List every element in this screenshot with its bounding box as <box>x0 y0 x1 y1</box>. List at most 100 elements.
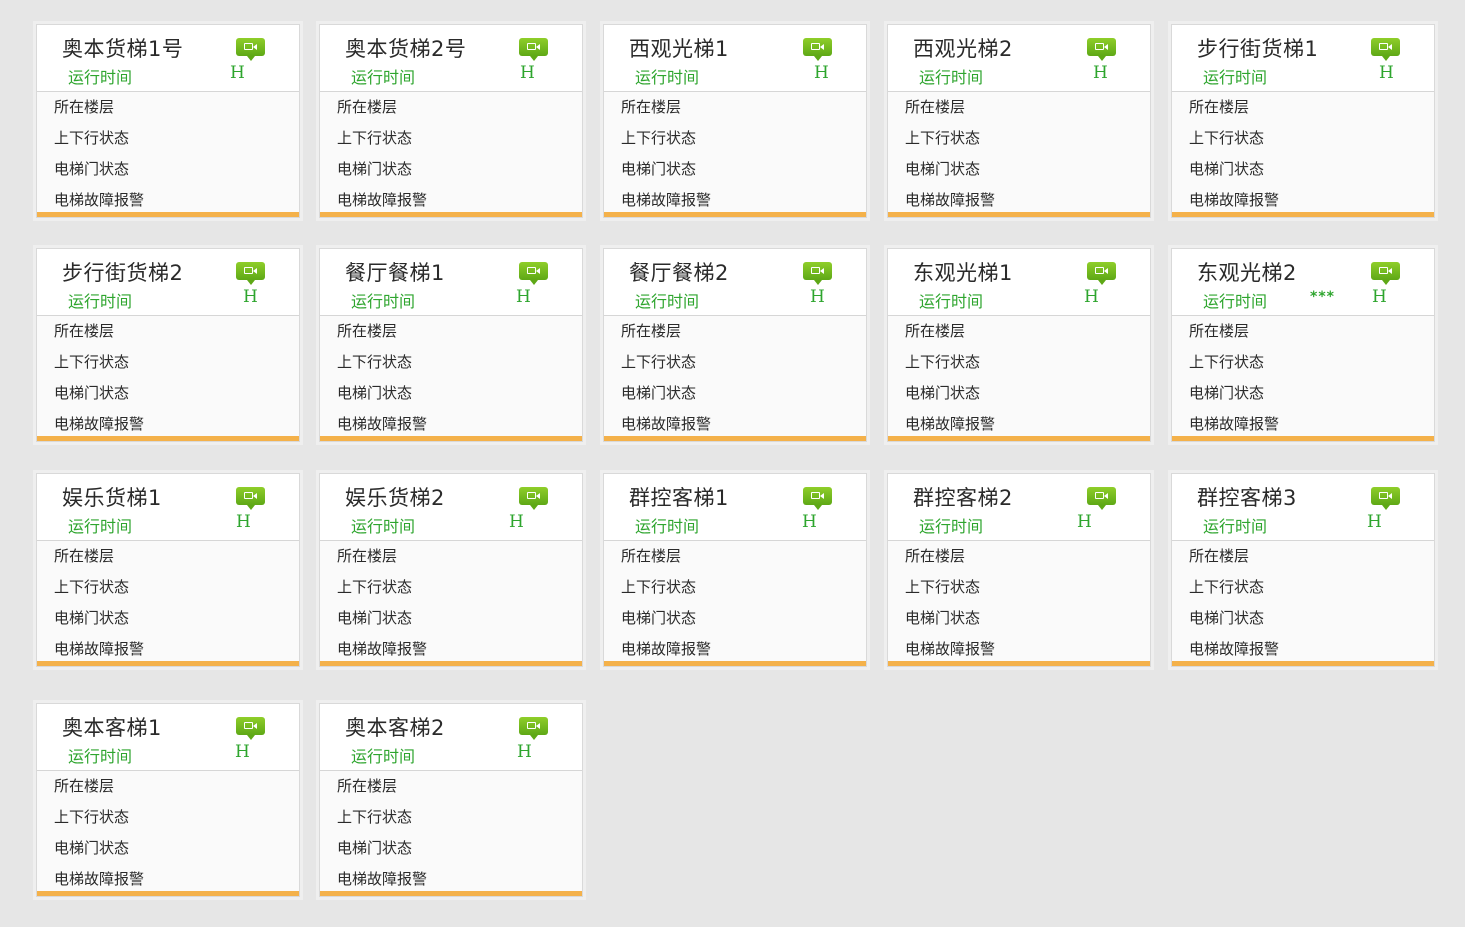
direction-row: 上下行状态 <box>1172 128 1434 159</box>
card-header: 餐厅餐梯1 运行时间 H <box>320 249 582 316</box>
running-time-value: H <box>509 512 524 532</box>
video-camera-icon[interactable] <box>1371 262 1400 285</box>
card-status-stars: *** <box>1310 289 1335 305</box>
card-body: 所在楼层 上下行状态 电梯门状态 电梯故障报警 <box>604 92 866 221</box>
video-camera-icon[interactable] <box>519 717 548 740</box>
floor-label: 所在楼层 <box>1189 547 1250 565</box>
video-camera-icon[interactable] <box>1087 38 1116 61</box>
direction-label: 上下行状态 <box>337 353 413 371</box>
card-status-bar <box>888 212 1150 217</box>
direction-label: 上下行状态 <box>905 129 981 147</box>
video-camera-icon[interactable] <box>236 262 265 285</box>
floor-label: 所在楼层 <box>54 98 115 116</box>
card-body: 所在楼层 上下行状态 电梯门状态 电梯故障报警 <box>604 316 866 445</box>
video-camera-icon[interactable] <box>519 38 548 61</box>
fault-label: 电梯故障报警 <box>337 870 428 888</box>
card-body: 所在楼层 上下行状态 电梯门状态 电梯故障报警 <box>37 541 299 670</box>
running-time-label: 运行时间 <box>919 292 984 311</box>
floor-row: 所在楼层 <box>888 546 1150 577</box>
door-row: 电梯门状态 <box>320 838 582 869</box>
video-camera-icon[interactable] <box>803 487 832 510</box>
running-time-label: 运行时间 <box>351 292 416 311</box>
video-camera-icon[interactable] <box>803 38 832 61</box>
running-time-label: 运行时间 <box>351 747 416 766</box>
card-status-bar <box>1172 436 1434 441</box>
card-status-bar <box>37 661 299 666</box>
card-status-bar <box>37 436 299 441</box>
elevator-name: 奥本客梯2 <box>345 716 445 740</box>
door-row: 电梯门状态 <box>604 608 866 639</box>
running-time-label: 运行时间 <box>351 68 416 87</box>
card-status-bar <box>1172 661 1434 666</box>
door-label: 电梯门状态 <box>621 160 697 178</box>
video-camera-icon[interactable] <box>803 262 832 285</box>
elevator-card: 步行街货梯2 运行时间 H 所在楼层 上下行状态 电梯门状态 电梯故障报警 <box>36 248 300 442</box>
running-time-label: 运行时间 <box>635 68 700 87</box>
door-row: 电梯门状态 <box>320 159 582 190</box>
fault-label: 电梯故障报警 <box>54 415 145 433</box>
video-camera-icon[interactable] <box>1371 487 1400 510</box>
card-header: 奥本客梯2 运行时间 H <box>320 704 582 771</box>
elevator-card: 群控客梯1 运行时间 H 所在楼层 上下行状态 电梯门状态 电梯故障报警 <box>603 473 867 667</box>
running-time-label: 运行时间 <box>919 517 984 536</box>
video-camera-icon[interactable] <box>519 487 548 510</box>
card-header: 东观光梯1 运行时间 H <box>888 249 1150 316</box>
card-body: 所在楼层 上下行状态 电梯门状态 电梯故障报警 <box>320 771 582 900</box>
elevator-name: 步行街货梯2 <box>62 261 184 285</box>
card-header: 奥本货梯1号 运行时间 H <box>37 25 299 92</box>
card-status-bar <box>888 661 1150 666</box>
elevator-name: 奥本货梯2号 <box>345 37 467 61</box>
floor-label: 所在楼层 <box>905 547 966 565</box>
fault-label: 电梯故障报警 <box>54 640 145 658</box>
floor-label: 所在楼层 <box>905 322 966 340</box>
running-time-label: 运行时间 <box>1203 292 1268 311</box>
elevator-name: 奥本货梯1号 <box>62 37 184 61</box>
fault-label: 电梯故障报警 <box>621 191 712 209</box>
video-camera-icon[interactable] <box>236 487 265 510</box>
video-camera-icon[interactable] <box>1087 262 1116 285</box>
direction-row: 上下行状态 <box>604 577 866 608</box>
running-time-label: 运行时间 <box>635 292 700 311</box>
door-row: 电梯门状态 <box>37 838 299 869</box>
video-camera-icon[interactable] <box>236 717 265 740</box>
door-label: 电梯门状态 <box>1189 384 1265 402</box>
card-body: 所在楼层 上下行状态 电梯门状态 电梯故障报警 <box>888 92 1150 221</box>
running-time-label: 运行时间 <box>68 747 133 766</box>
running-time-label: 运行时间 <box>68 292 133 311</box>
fault-label: 电梯故障报警 <box>337 191 428 209</box>
elevator-card: 奥本客梯1 运行时间 H 所在楼层 上下行状态 电梯门状态 电梯故障报警 <box>36 703 300 897</box>
elevator-name: 奥本客梯1 <box>62 716 162 740</box>
card-status-bar <box>604 212 866 217</box>
running-time-value: H <box>802 512 817 532</box>
door-row: 电梯门状态 <box>1172 383 1434 414</box>
card-body: 所在楼层 上下行状态 电梯门状态 电梯故障报警 <box>1172 316 1434 445</box>
running-time-value: H <box>1084 287 1099 307</box>
direction-row: 上下行状态 <box>320 352 582 383</box>
elevator-name: 西观光梯2 <box>913 37 1013 61</box>
door-label: 电梯门状态 <box>54 609 130 627</box>
door-row: 电梯门状态 <box>37 383 299 414</box>
video-camera-icon[interactable] <box>1371 38 1400 61</box>
door-label: 电梯门状态 <box>337 839 413 857</box>
running-time-value: H <box>810 287 825 307</box>
running-time-value: H <box>235 742 250 762</box>
direction-label: 上下行状态 <box>1189 129 1265 147</box>
elevator-card: 步行街货梯1 运行时间 H 所在楼层 上下行状态 电梯门状态 电梯故障报警 <box>1171 24 1435 218</box>
door-row: 电梯门状态 <box>37 159 299 190</box>
running-time-value: H <box>520 63 535 83</box>
floor-row: 所在楼层 <box>37 776 299 807</box>
card-body: 所在楼层 上下行状态 电梯门状态 电梯故障报警 <box>1172 92 1434 221</box>
elevator-card: 奥本客梯2 运行时间 H 所在楼层 上下行状态 电梯门状态 电梯故障报警 <box>319 703 583 897</box>
video-camera-icon[interactable] <box>236 38 265 61</box>
running-time-label: 运行时间 <box>635 517 700 536</box>
door-row: 电梯门状态 <box>888 608 1150 639</box>
fault-label: 电梯故障报警 <box>621 415 712 433</box>
card-status-bar <box>888 436 1150 441</box>
running-time-value: H <box>1372 287 1387 307</box>
direction-label: 上下行状态 <box>54 353 130 371</box>
floor-label: 所在楼层 <box>54 322 115 340</box>
floor-label: 所在楼层 <box>621 98 682 116</box>
elevator-name: 步行街货梯1 <box>1197 37 1319 61</box>
video-camera-icon[interactable] <box>1087 487 1116 510</box>
video-camera-icon[interactable] <box>519 262 548 285</box>
